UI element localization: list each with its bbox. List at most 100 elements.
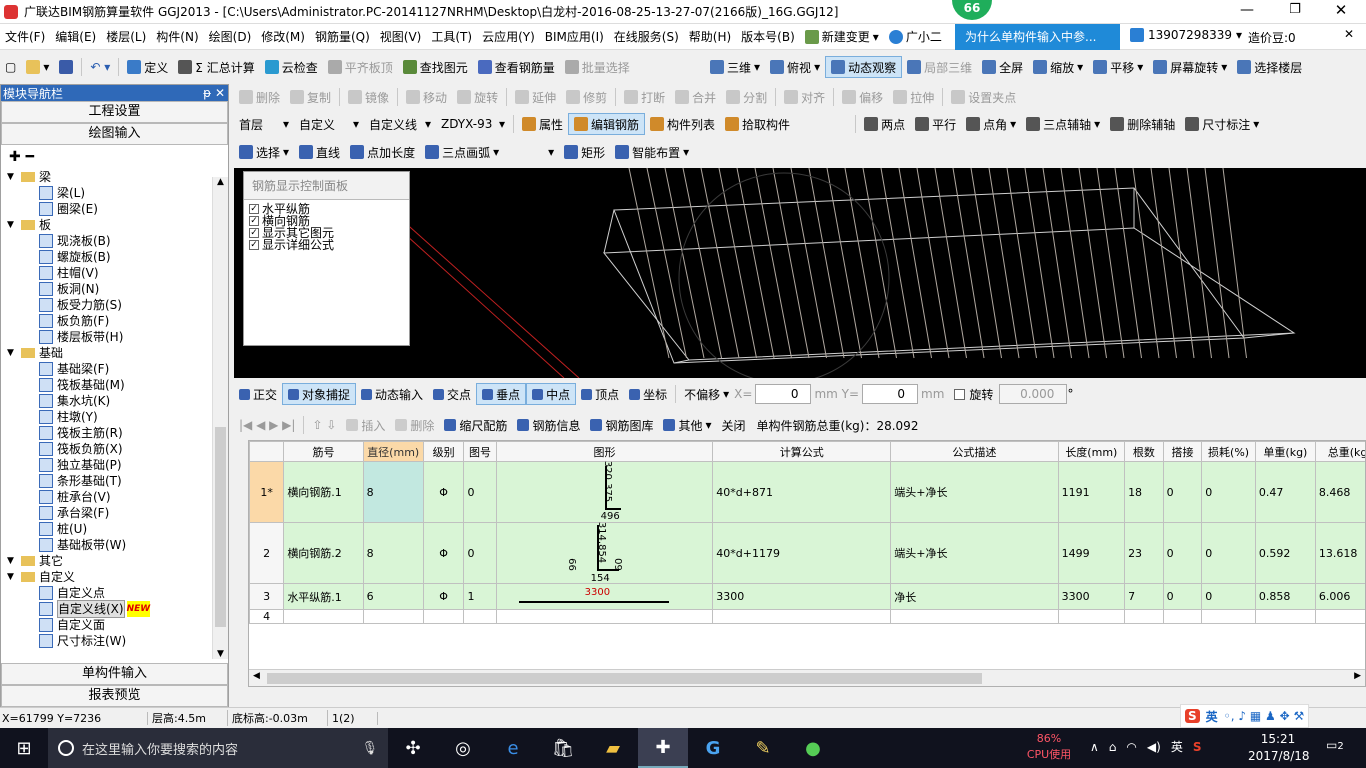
undo-icon[interactable]: ↶ ▾ <box>85 56 115 78</box>
view-btn-2[interactable]: 动态观察 <box>825 56 903 78</box>
cell-grade[interactable] <box>422 609 465 624</box>
col-header-11[interactable]: 损耗(%) <box>1201 441 1256 462</box>
tree-item-14[interactable]: 集水坑(K) <box>7 393 228 409</box>
toolbar-btn-2[interactable]: 云检查 <box>260 56 323 78</box>
grid-btn-2[interactable]: 缩尺配筋 <box>439 414 512 436</box>
tree-item-4[interactable]: 现浇板(B) <box>7 233 228 249</box>
view-btn-8[interactable]: 选择楼层 <box>1232 56 1307 78</box>
cell-name[interactable]: 横向钢筋.1 <box>283 461 364 523</box>
snap-btn-7[interactable]: 坐标 <box>624 383 672 405</box>
save-icon[interactable] <box>54 56 78 78</box>
edit-btn-9[interactable]: 分割 <box>721 86 772 108</box>
menu-item-7[interactable]: 视图(V) <box>375 26 427 48</box>
select-type[interactable]: 自定义 ▾ <box>294 113 364 135</box>
menu-item-12[interactable]: 帮助(H) <box>684 26 736 48</box>
table-row[interactable]: 1* 横向钢筋.1 8 Φ 0 320.375 496 40*d+871 端头+净长 1191 18… <box>249 461 1365 523</box>
tree-scrollbar[interactable]: ▲ ▼ <box>212 177 228 659</box>
table-row[interactable]: 2 横向钢筋.2 8 Φ 0 314.854 66 09 154 40*d+1179 端头+净长 14… <box>249 522 1365 584</box>
cell-fig[interactable] <box>463 609 497 624</box>
search-box[interactable]: 在这里输入你要搜索的内容 🎙 <box>48 728 388 768</box>
app-fan-icon[interactable]: ✣ <box>388 738 438 759</box>
grid-btn-1[interactable]: 删除 <box>390 414 439 436</box>
tree-item-17[interactable]: 筏板负筋(X) <box>7 441 228 457</box>
cell-len[interactable]: 1499 <box>1057 522 1126 584</box>
cell-count[interactable]: 23 <box>1124 522 1164 584</box>
app-spiral-icon[interactable]: ◎ <box>438 738 488 759</box>
comp-btn-1[interactable]: 编辑钢筋 <box>568 113 646 135</box>
store-icon[interactable]: 🛍 <box>538 738 588 759</box>
restore-button[interactable]: ❐ <box>1280 2 1310 17</box>
checkbox[interactable]: ✓ <box>249 216 259 226</box>
grid-hscrollbar[interactable]: ◀ ▶ <box>249 669 1365 686</box>
cell-formula[interactable]: 40*d+871 <box>712 461 892 523</box>
comp-btn-2[interactable]: 构件列表 <box>645 113 720 135</box>
cell-idx[interactable]: 3 <box>249 583 285 610</box>
checkbox[interactable]: ✓ <box>249 204 259 214</box>
view-btn-3[interactable]: 局部三维 <box>902 56 977 78</box>
col-header-13[interactable]: 总重(kg) <box>1314 441 1365 462</box>
view-btn-0[interactable]: 三维 ▾ <box>705 56 765 78</box>
cell-grade[interactable]: Φ <box>422 522 465 584</box>
assistant-button[interactable]: 广小二 <box>884 26 947 48</box>
cell-total[interactable] <box>1314 609 1365 624</box>
cell-d[interactable] <box>362 609 424 624</box>
tree-item-27[interactable]: 自定义线(X) NEW <box>7 600 228 618</box>
expand-icon[interactable]: ▼ <box>7 217 21 233</box>
snap-btn-3[interactable]: 交点 <box>428 383 476 405</box>
cell-idx[interactable]: 2 <box>249 522 285 584</box>
grid-btn-5[interactable]: 其他 ▾ <box>658 414 716 436</box>
view-btn-7[interactable]: 屏幕旋转 ▾ <box>1148 56 1232 78</box>
menu-item-11[interactable]: 在线服务(S) <box>609 26 684 48</box>
notification-center[interactable]: ▭2 <box>1326 738 1344 752</box>
input-lang[interactable]: 英 <box>1171 738 1183 755</box>
green-app-icon[interactable]: ● <box>788 738 838 759</box>
cell-d[interactable]: 8 <box>362 461 424 523</box>
axis-btn-0[interactable]: 两点 <box>859 113 910 135</box>
edit-btn-13[interactable]: 设置夹点 <box>946 86 1021 108</box>
drawing-input-button[interactable]: 绘图输入 <box>1 123 228 145</box>
view-btn-4[interactable]: 全屏 <box>977 56 1028 78</box>
tree-item-26[interactable]: 自定义点 <box>7 585 228 601</box>
edit-btn-5[interactable]: 延伸 <box>510 86 561 108</box>
grid-nav-buttons[interactable]: |◀ ◀ ▶ ▶| <box>234 414 300 436</box>
edit-btn-3[interactable]: 移动 <box>401 86 452 108</box>
cell-idx[interactable]: 1* <box>249 461 285 523</box>
edit-btn-7[interactable]: 打断 <box>619 86 670 108</box>
cell-formula[interactable]: 40*d+1179 <box>712 522 892 584</box>
explorer-icon[interactable]: ▰ <box>588 738 638 759</box>
y-input[interactable]: 0 <box>862 384 919 404</box>
tree-item-13[interactable]: 筏板基础(M) <box>7 377 228 393</box>
view-btn-1[interactable]: 俯视 ▾ <box>765 56 825 78</box>
cell-desc[interactable]: 端头+净长 <box>890 461 1059 523</box>
comp-btn-0[interactable]: 属性 <box>517 113 568 135</box>
toolbar-btn-5[interactable]: 查看钢筋量 <box>473 56 560 78</box>
expand-icon[interactable]: ▼ <box>7 345 21 361</box>
toolbar-btn-3[interactable]: 平齐板顶 <box>323 56 398 78</box>
col-header-0[interactable] <box>249 441 285 462</box>
cell-shape[interactable]: 3300 <box>495 583 714 610</box>
draw-btn-2[interactable]: 点加长度 <box>345 141 420 163</box>
cell-d[interactable]: 8 <box>362 522 424 584</box>
snap-btn-5[interactable]: 中点 <box>526 383 577 405</box>
tree-item-11[interactable]: ▼ 基础 <box>7 345 228 361</box>
edit-btn-0[interactable]: 删除 <box>234 86 285 108</box>
snap-btn-1[interactable]: 对象捕捉 <box>282 383 357 405</box>
tree-item-5[interactable]: 螺旋板(B) <box>7 249 228 265</box>
x-input[interactable]: 0 <box>755 384 812 404</box>
cell-unit[interactable] <box>1254 609 1316 624</box>
toolbar-btn-0[interactable]: 定义 <box>122 56 173 78</box>
new-file-icon[interactable]: ▢ <box>0 56 21 78</box>
tree-item-6[interactable]: 柱帽(V) <box>7 265 228 281</box>
cell-lap[interactable]: 0 <box>1162 583 1203 610</box>
edit-btn-12[interactable]: 拉伸 <box>888 86 939 108</box>
toolbar-btn-1[interactable]: Σ 汇总计算 <box>173 56 259 78</box>
project-settings-button[interactable]: 工程设置 <box>1 101 228 123</box>
cell-grade[interactable]: Φ <box>422 583 465 610</box>
tree-item-25[interactable]: ▼ 自定义 <box>7 569 228 585</box>
price-beans[interactable]: 造价豆:0 <box>1248 29 1296 46</box>
edit-btn-10[interactable]: 对齐 <box>779 86 830 108</box>
menu-item-2[interactable]: 楼层(L) <box>101 26 151 48</box>
expand-icon[interactable]: ▼ <box>7 553 21 569</box>
cell-fig[interactable]: 0 <box>463 522 497 584</box>
col-header-9[interactable]: 根数 <box>1124 441 1164 462</box>
